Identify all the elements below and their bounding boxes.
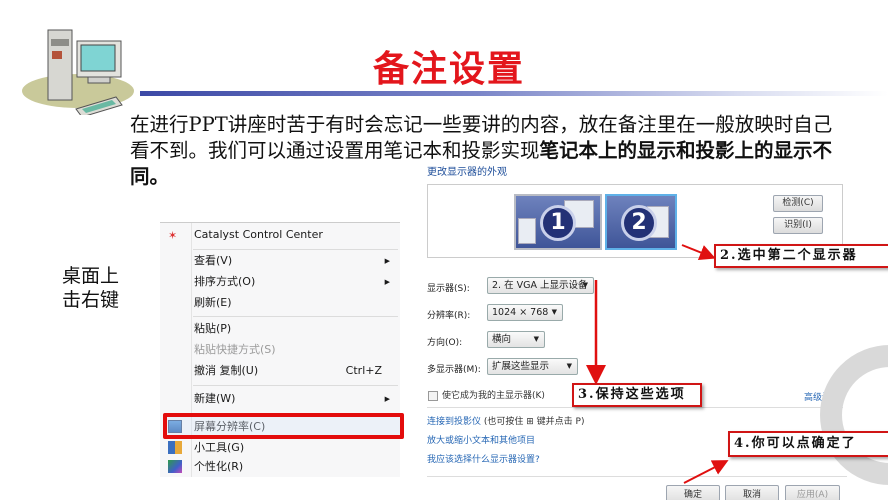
callout-step2: 2.选中第二个显示器 [714,244,888,268]
menu-separator [193,316,398,317]
arrow-to-step4 [683,460,729,484]
menu-item-undo-copy[interactable]: 撤消 复制(U) Ctrl+Z [160,361,400,381]
identify-button[interactable]: 识别(I) [773,217,823,234]
primary-display-checkbox[interactable] [428,391,438,401]
side-label-line2: 击右键 [62,289,120,311]
highlight-box [163,413,404,439]
menu-item-new[interactable]: 新建(W) ▶ [160,389,400,409]
menu-item-paste-shortcut[interactable]: 粘贴快捷方式(S) [160,340,400,360]
monitor-1-number: 1 [540,205,576,241]
menu-item-paste[interactable]: 粘贴(P) [160,319,400,339]
callout-step3: 3.保持这些选项 [572,383,702,407]
display-settings-heading: 更改显示器的外观 [427,167,507,178]
multiple-displays-dropdown[interactable]: 扩展这些显示 ▼ [487,358,578,375]
submenu-arrow-icon: ▶ [384,278,390,286]
menu-separator [193,249,398,250]
side-label: 桌面上 击右键 [62,264,119,312]
personalize-icon [168,460,182,473]
window-thumbnail [518,218,536,244]
menu-item-gadgets[interactable]: 小工具(G) [160,438,400,458]
orientation-dropdown[interactable]: 横向 ▼ [487,331,545,348]
connect-projector-row: 连接到投影仪 (也可按住 ⊞ 键并点击 P) [427,414,584,427]
submenu-arrow-icon: ▶ [384,395,390,403]
dropdown-caret-icon: ▼ [582,281,588,289]
menu-separator [193,385,398,386]
submenu-arrow-icon: ▶ [384,257,390,265]
dropdown-caret-icon: ▼ [533,335,539,343]
divider [427,407,843,408]
apply-button[interactable]: 应用(A) [785,485,840,500]
ok-button[interactable]: 确定 [666,485,720,500]
display-dropdown[interactable]: 2. 在 VGA 上显示设备 ▼ [487,277,594,294]
display-help-link[interactable]: 我应该选择什么显示器设置? [427,452,540,465]
intro-paragraph: 在进行PPT讲座时苦于有时会忘记一些要讲的内容，放在备注里在一般放映时自己看不到… [130,112,842,190]
primary-display-label: 使它成为我的主显示器(K) [442,391,545,401]
connect-projector-link[interactable]: 连接到投影仪 [427,417,481,427]
dropdown-caret-icon: ▼ [551,308,557,316]
monitor-2-tile[interactable]: 2 [605,194,677,250]
menu-item-catalyst[interactable]: ✶ Catalyst Control Center [160,225,400,245]
menu-item-view[interactable]: 查看(V) ▶ [160,251,400,271]
menu-item-refresh[interactable]: 刷新(E) [160,293,400,313]
monitor-2-number: 2 [621,205,657,241]
menu-item-personalize[interactable]: 个性化(R) [160,457,400,477]
detect-button[interactable]: 检测(C) [773,195,823,212]
menu-item-sort-by[interactable]: 排序方式(O) ▶ [160,272,400,292]
resolution-dropdown[interactable]: 1024 × 768 ▼ [487,304,563,321]
slide-title: 备注设置 [372,48,525,90]
side-label-line1: 桌面上 [62,265,120,287]
connect-projector-hint: (也可按住 ⊞ 键并点击 P) [481,417,585,427]
gadgets-icon [168,441,182,454]
cancel-button[interactable]: 取消 [725,485,779,500]
text-size-link[interactable]: 放大或缩小文本和其他项目 [427,433,535,446]
watermark-seal [820,345,888,485]
monitor-1-tile[interactable]: 1 [514,194,602,250]
dropdown-caret-icon: ▼ [566,362,572,370]
divider [427,476,847,477]
catalyst-icon: ✶ [168,229,178,242]
callout-step4: 4.你可以点确定了 [728,431,888,457]
shortcut-label: Ctrl+Z [345,364,382,377]
